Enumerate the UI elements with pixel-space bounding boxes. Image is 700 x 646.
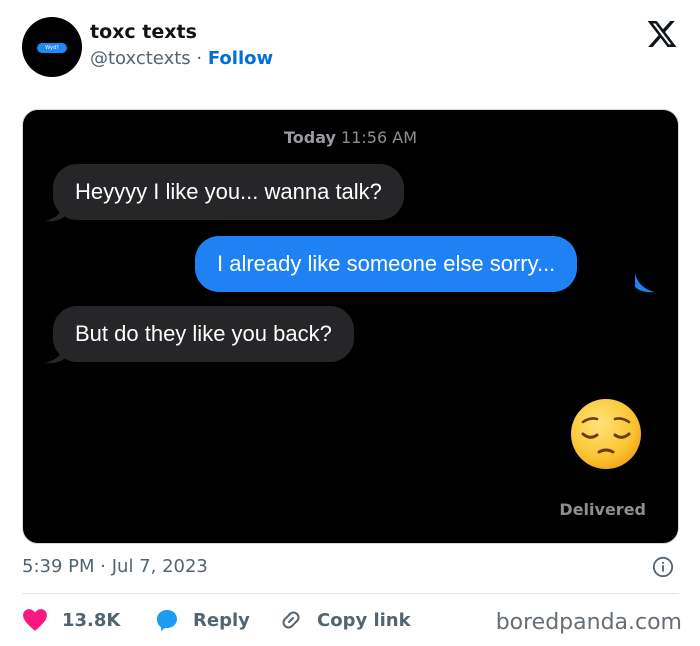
copy-link-label: Copy link: [317, 609, 411, 631]
message-bubble-outgoing[interactable]: I already like someone else sorry...: [195, 236, 578, 292]
conversation-timestamp: Today 11:56 AM: [23, 128, 678, 147]
link-icon: [282, 611, 300, 629]
author-name[interactable]: toxc texts: [90, 21, 197, 43]
reply-label: Reply: [193, 609, 250, 631]
divider: [22, 593, 679, 594]
screenshot-image[interactable]: Today 11:56 AM Heyyyy I like you... wann…: [22, 109, 679, 544]
delivery-status: Delivered: [559, 500, 646, 519]
avatar[interactable]: Wyd?: [22, 17, 82, 77]
message-bubble-incoming[interactable]: Heyyyy I like you... wanna talk?: [53, 164, 404, 220]
heart-icon: [23, 609, 47, 631]
separator: ·: [100, 556, 106, 577]
info-icon[interactable]: [652, 556, 674, 578]
action-bar: 13.8K Reply Copy link boredpanda.com: [0, 600, 700, 640]
author-handle-row: @toxctexts · Follow: [90, 48, 273, 69]
like-count: 13.8K: [62, 609, 121, 631]
message-bubble-incoming[interactable]: But do they like you back?: [53, 306, 354, 362]
post-timestamp[interactable]: 5:39 PM · Jul 7, 2023: [22, 556, 208, 577]
follow-button[interactable]: Follow: [208, 48, 273, 69]
bubble-tail: [635, 273, 655, 293]
timestamp-day: Today: [283, 128, 336, 147]
post-date: Jul 7, 2023: [111, 556, 208, 577]
copy-link-button[interactable]: Copy link: [279, 606, 411, 634]
avatar-text: Wyd?: [37, 43, 67, 53]
timestamp-time: 11:56 AM: [341, 128, 417, 147]
x-logo-icon[interactable]: [645, 18, 679, 50]
watermark: boredpanda.com: [495, 610, 682, 635]
reply-button[interactable]: Reply: [155, 606, 250, 634]
like-button[interactable]: 13.8K: [22, 606, 120, 634]
separator: ·: [196, 48, 203, 69]
pensive-face-emoji: [571, 399, 641, 469]
post-time: 5:39 PM: [22, 556, 95, 577]
reply-bubble-icon: [157, 610, 177, 631]
author-handle[interactable]: @toxctexts: [90, 48, 191, 69]
tweet-header: Wyd? toxc texts @toxctexts · Follow: [0, 0, 700, 96]
